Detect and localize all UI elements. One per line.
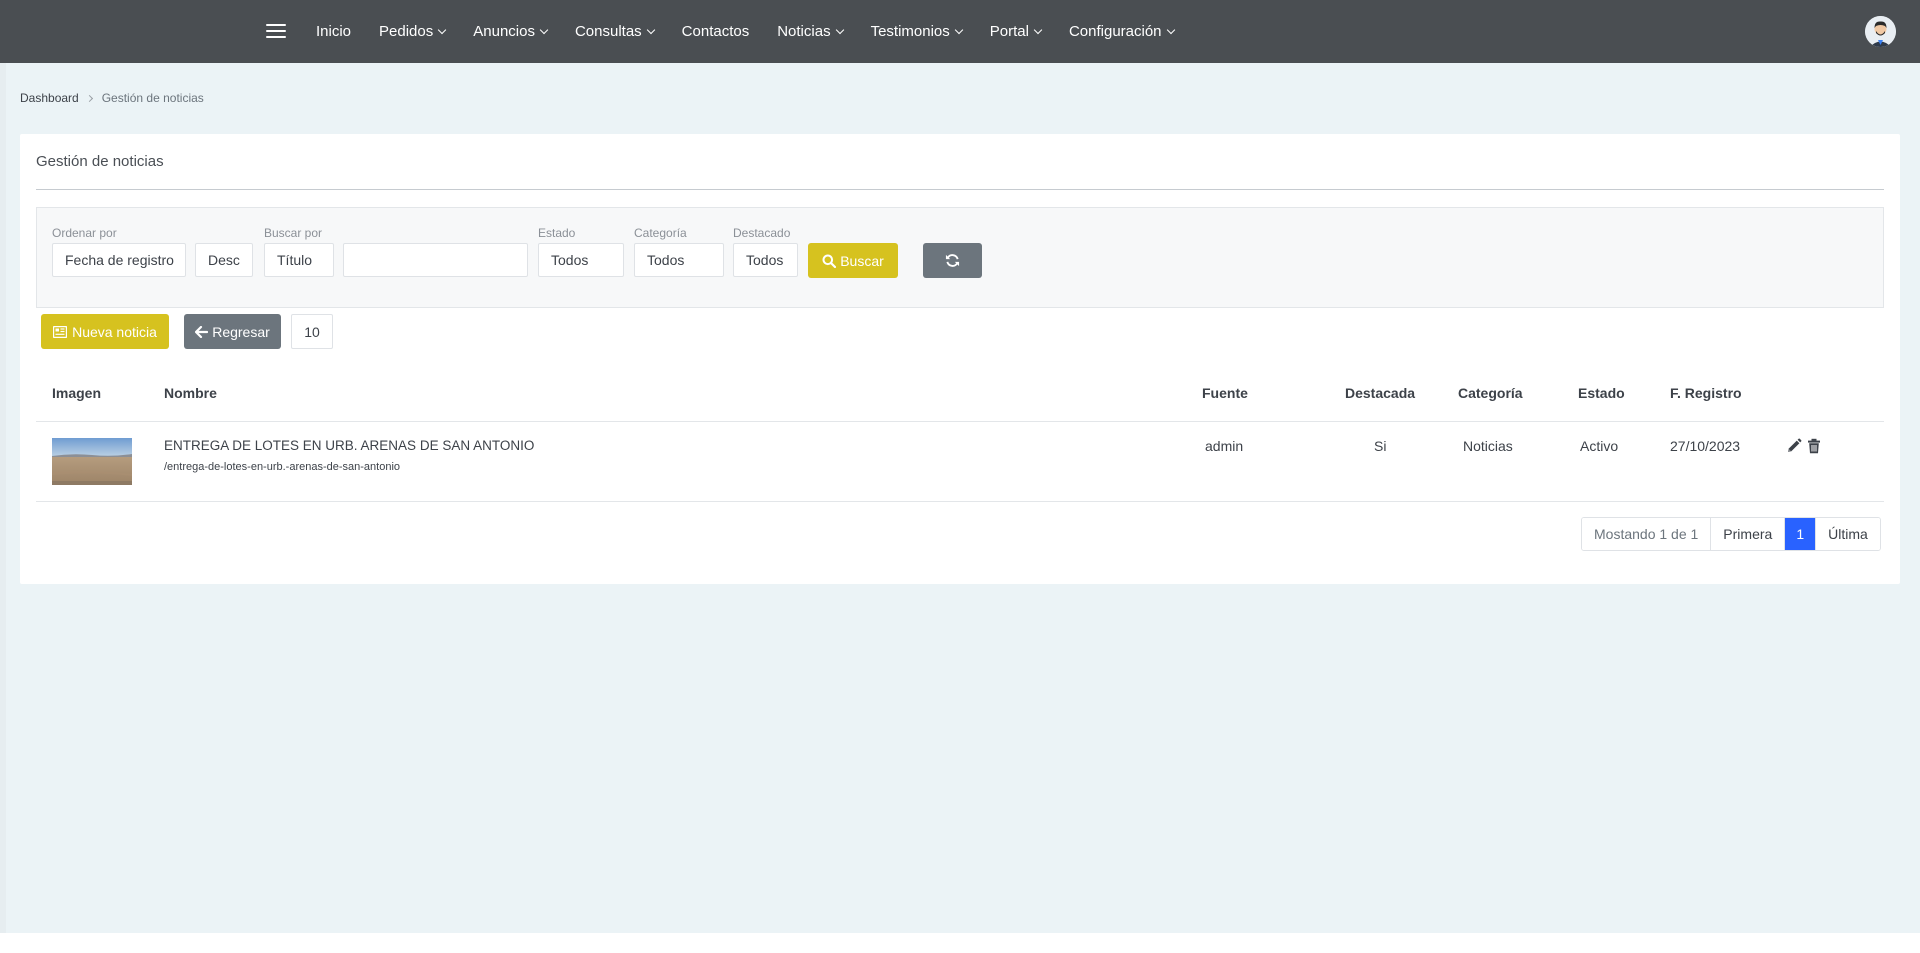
filter-panel: Ordenar por Fecha de registro Desc Busca… [36,207,1884,308]
chevron-down-icon [438,25,447,34]
column-header-destacada: Destacada [1345,385,1416,401]
categoria-select[interactable]: Todos [634,243,724,277]
estado-select[interactable]: Todos [538,243,624,277]
nav-item-anuncios[interactable]: Anuncios [473,23,549,40]
search-input[interactable] [343,243,528,277]
newspaper-icon [53,325,68,338]
news-thumbnail[interactable] [52,438,132,485]
chevron-right-icon [85,94,93,102]
nav-item-noticias[interactable]: Noticias [777,23,844,40]
chevron-down-icon [1166,25,1175,34]
nav-item-pedidos[interactable]: Pedidos [379,23,447,40]
footer-area [0,933,1920,953]
table-row-divider [36,501,1884,502]
pagination-first[interactable]: Primera [1711,518,1786,550]
search-icon [822,254,837,268]
chevron-down-icon [1033,25,1043,34]
refresh-icon [945,254,960,267]
news-slug: /entrega-de-lotes-en-urb.-arenas-de-san-… [164,461,401,473]
chevron-down-icon [954,25,964,34]
nav-item-inicio[interactable]: Inicio [316,23,351,40]
search-by-select[interactable]: Título [264,243,334,277]
trash-icon[interactable] [1806,438,1822,454]
pagination-page-1[interactable]: 1 [1785,518,1817,550]
nav-item-testimonios[interactable]: Testimonios [870,23,964,40]
nav-item-label: Configuración [1068,23,1162,40]
order-direction-select[interactable]: Desc [195,243,253,277]
nav-item-label: Anuncios [473,23,535,40]
back-button[interactable]: Regresar [184,314,281,349]
page-size-select[interactable]: 10 [291,314,333,349]
arrow-left-icon [195,325,209,338]
new-news-label: Nueva noticia [72,323,157,340]
chevron-down-icon [835,25,844,34]
column-header-categoria: Categoría [1458,385,1523,401]
back-label: Regresar [212,323,270,340]
chevron-down-icon [646,25,655,34]
main-nav: Inicio Pedidos Anuncios Consultas Contac… [316,0,1202,63]
order-by-select[interactable]: Fecha de registro [52,243,186,277]
column-header-imagen: Imagen [52,385,102,401]
nav-item-label: Inicio [316,23,352,40]
column-header-estado: Estado [1578,385,1625,401]
breadcrumb-dashboard[interactable]: Dashboard [20,91,79,105]
column-header-fuente: Fuente [1202,385,1248,401]
breadcrumb: Dashboard Gestión de noticias [20,91,204,105]
nav-item-label: Contactos [681,23,750,40]
news-featured: Si [1374,438,1387,454]
breadcrumb-current: Gestión de noticias [101,91,204,105]
search-button[interactable]: Buscar [808,243,898,278]
news-date: 27/10/2023 [1670,438,1741,454]
estado-label: Estado [538,226,576,240]
pagination-last[interactable]: Última [1816,518,1880,550]
pagination: Mostando 1 de 1 Primera 1 Última [1581,517,1881,551]
news-source: admin [1205,438,1244,454]
categoria-label: Categoría [634,226,687,240]
divider [36,189,1884,190]
user-avatar-icon [1865,16,1896,47]
nav-item-label: Noticias [777,23,831,40]
search-by-label: Buscar por [264,226,323,240]
pagination-info: Mostando 1 de 1 [1582,518,1712,550]
nav-item-label: Consultas [574,23,642,40]
desert-landscape-image [52,438,132,485]
news-category: Noticias [1463,438,1513,454]
news-title: ENTREGA DE LOTES EN URB. ARENAS DE SAN A… [164,438,535,453]
order-by-label: Ordenar por [52,226,117,240]
search-button-label: Buscar [840,252,884,269]
edit-icon[interactable] [1786,438,1802,454]
table-header-divider [36,421,1884,422]
nav-item-consultas[interactable]: Consultas [574,23,655,40]
sidebar-edge [0,63,6,933]
user-avatar[interactable] [1865,16,1896,47]
new-news-button[interactable]: Nueva noticia [41,314,169,349]
destacado-label: Destacado [733,226,791,240]
menu-icon[interactable] [266,24,286,38]
news-status: Activo [1580,438,1619,454]
nav-item-configuracion[interactable]: Configuración [1068,23,1175,40]
top-navbar: Inicio Pedidos Anuncios Consultas Contac… [0,0,1920,63]
destacado-select[interactable]: Todos [733,243,798,277]
nav-item-label: Pedidos [379,23,434,40]
nav-item-label: Testimonios [870,23,950,40]
card-title: Gestión de noticias [36,153,164,170]
refresh-button[interactable] [923,243,982,278]
nav-item-label: Portal [989,23,1029,40]
nav-item-portal[interactable]: Portal [989,23,1043,40]
column-header-fecha-registro: F. Registro [1670,385,1742,401]
chevron-down-icon [539,25,549,34]
nav-item-contactos[interactable]: Contactos [682,23,750,40]
column-header-nombre: Nombre [164,385,217,401]
news-management-card: Gestión de noticias Ordenar por Fecha de… [20,134,1900,584]
